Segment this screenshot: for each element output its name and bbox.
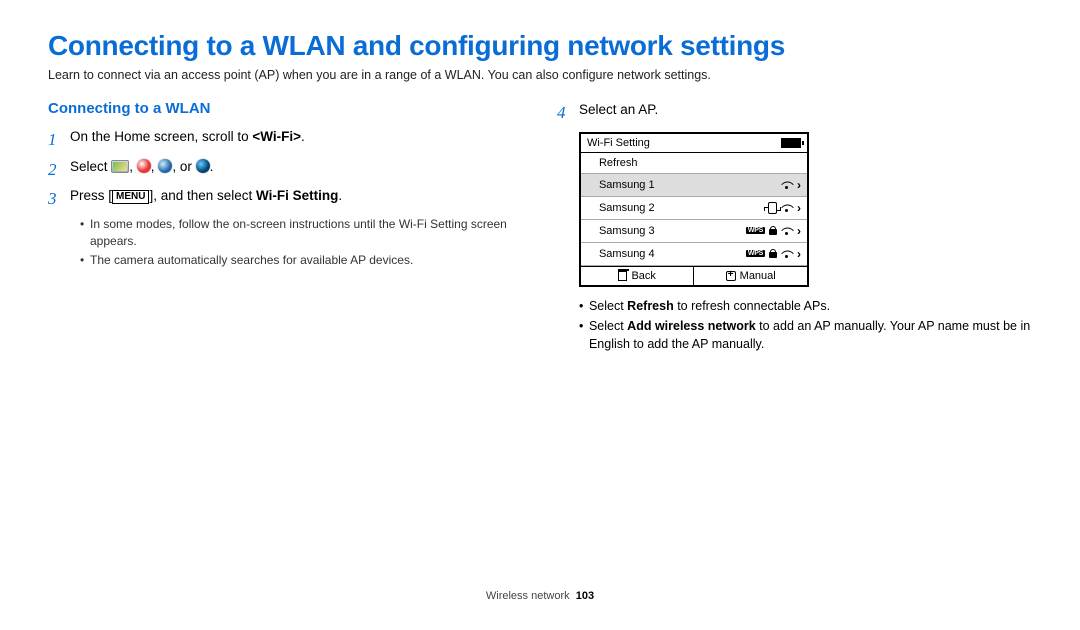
step-1-pre: On the Home screen, scroll to — [70, 129, 252, 144]
section-heading: Connecting to a WLAN — [48, 100, 533, 117]
t1-bold: Refresh — [627, 299, 674, 313]
step-2-pre: Select — [70, 159, 111, 174]
chevron-right-icon: › — [797, 178, 801, 192]
step-number: 4 — [557, 100, 579, 126]
step-3: 3 Press [MENU], and then select Wi-Fi Se… — [48, 186, 533, 212]
t1-pre: Select — [589, 299, 627, 313]
step-2: 2 Select , , , or . — [48, 157, 533, 183]
wifi-setting-panel: Wi-Fi Setting Refresh Samsung 1 › Samsun… — [579, 132, 809, 287]
back-label: Back — [631, 270, 655, 282]
ap-row-4[interactable]: Samsung 4 WPS › — [581, 243, 807, 266]
wifi-icon — [781, 180, 793, 190]
footer-section: Wireless network — [486, 590, 570, 602]
step-1: 1 On the Home screen, scroll to <Wi-Fi>. — [48, 127, 533, 153]
lock-icon — [769, 226, 777, 236]
wifi-icon — [781, 226, 793, 236]
page-title: Connecting to a WLAN and configuring net… — [48, 30, 1032, 62]
step-3-bold: Wi-Fi Setting — [256, 188, 338, 203]
ap-row-1[interactable]: Samsung 1 › — [581, 174, 807, 197]
ap-name-2: Samsung 2 — [599, 202, 655, 214]
lock-icon — [769, 249, 777, 259]
ap-row-3[interactable]: Samsung 3 WPS › — [581, 220, 807, 243]
step-number: 1 — [48, 127, 70, 153]
step-number: 2 — [48, 157, 70, 183]
t2-bold: Add wireless network — [627, 319, 756, 333]
note-1: In some modes, follow the on-screen inst… — [90, 216, 533, 251]
wifi-icon — [781, 203, 793, 213]
step-1-post: . — [301, 129, 305, 144]
refresh-label: Refresh — [599, 157, 638, 169]
chevron-right-icon: › — [797, 224, 801, 238]
ap-name-4: Samsung 4 — [599, 248, 655, 260]
chevron-right-icon: › — [797, 201, 801, 215]
page-number: 103 — [576, 590, 594, 602]
manual-button[interactable]: Manual — [694, 267, 807, 285]
device-icon — [768, 202, 777, 214]
chevron-right-icon: › — [797, 247, 801, 261]
lens-icon — [196, 159, 210, 173]
refresh-row[interactable]: Refresh — [581, 153, 807, 174]
tip-add-network: • Select Add wireless network to add an … — [579, 317, 1032, 353]
plus-icon — [726, 271, 736, 281]
step-3-notes: •In some modes, follow the on-screen ins… — [48, 216, 533, 270]
page-intro: Learn to connect via an access point (AP… — [48, 68, 1032, 82]
battery-icon — [781, 138, 801, 148]
sep2: , — [151, 159, 159, 174]
wifi-icon — [781, 249, 793, 259]
step-number: 3 — [48, 186, 70, 212]
panel-title: Wi-Fi Setting — [587, 137, 650, 149]
step-3-post: . — [338, 188, 342, 203]
step-2-post: . — [210, 159, 214, 174]
step-3-pre: Press [ — [70, 188, 112, 203]
t1-post: to refresh connectable APs. — [674, 299, 830, 313]
wps-icon: WPS — [746, 250, 765, 257]
back-button[interactable]: Back — [581, 267, 695, 285]
sep1: , — [129, 159, 137, 174]
globe-icon — [158, 159, 172, 173]
landscape-icon — [111, 160, 129, 173]
trash-icon — [618, 271, 627, 281]
step-4-text: Select an AP. — [579, 100, 1032, 120]
or: , or — [172, 159, 195, 174]
step-4: 4 Select an AP. — [557, 100, 1032, 126]
ap-name-3: Samsung 3 — [599, 225, 655, 237]
wps-icon: WPS — [746, 227, 765, 234]
menu-button-icon: MENU — [112, 190, 149, 204]
ap-row-2[interactable]: Samsung 2 › — [581, 197, 807, 220]
t2-pre: Select — [589, 319, 627, 333]
ap-name-1: Samsung 1 — [599, 179, 655, 191]
step-1-bold: <Wi-Fi> — [252, 129, 301, 144]
record-icon — [137, 159, 151, 173]
note-2: The camera automatically searches for av… — [90, 252, 413, 269]
tip-refresh: • Select Refresh to refresh connectable … — [579, 297, 1032, 315]
manual-label: Manual — [740, 270, 776, 282]
page-footer: Wireless network 103 — [0, 590, 1080, 602]
step-3-mid: ], and then select — [149, 188, 256, 203]
